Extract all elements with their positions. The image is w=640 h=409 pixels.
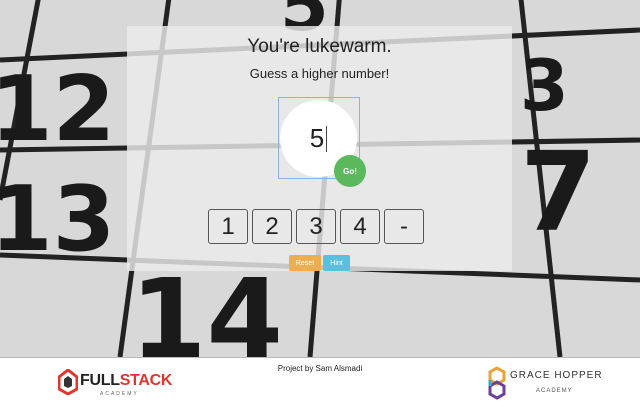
- svg-text:13: 13: [0, 167, 115, 272]
- guess-tile: 4: [340, 209, 380, 244]
- grace-hopper-wordmark: GRACE HOPPER: [510, 370, 603, 381]
- guess-tile-remaining: -: [384, 209, 424, 244]
- game-panel: You're lukewarm. Guess a higher number! …: [127, 26, 512, 271]
- go-button[interactable]: Go!: [334, 155, 366, 187]
- hint-button[interactable]: Hint: [323, 255, 350, 271]
- action-buttons: Reset Hint: [289, 255, 350, 271]
- svg-text:7: 7: [520, 128, 597, 256]
- guess-input-value: 5: [309, 123, 325, 153]
- grace-hopper-academy-logo[interactable]: GRACE HOPPER ACADEMY: [488, 366, 602, 402]
- grace-hopper-subtitle: ACADEMY: [536, 388, 573, 394]
- guess-tile: 1: [208, 209, 248, 244]
- text-caret: [326, 125, 328, 152]
- grace-hopper-emblem-icon: [488, 366, 506, 400]
- fullstack-shield-icon: [57, 368, 79, 396]
- fullstack-subtitle: ACADEMY: [100, 391, 139, 397]
- status-heading: You're lukewarm.: [247, 36, 392, 57]
- reset-button[interactable]: Reset: [289, 255, 321, 271]
- fullstack-academy-logo[interactable]: FULLSTACK ACADEMY: [57, 368, 172, 399]
- footer: Project by Sam Alsmadi FULLSTACK ACADEMY…: [0, 357, 640, 409]
- fullstack-wordmark: FULLSTACK: [80, 372, 173, 389]
- svg-text:12: 12: [0, 57, 115, 162]
- hint-message: Guess a higher number!: [249, 66, 390, 81]
- guess-tile: 3: [296, 209, 336, 244]
- guess-history: 1 2 3 4 -: [208, 209, 424, 244]
- svg-text:3: 3: [520, 45, 569, 127]
- guess-tile: 2: [252, 209, 292, 244]
